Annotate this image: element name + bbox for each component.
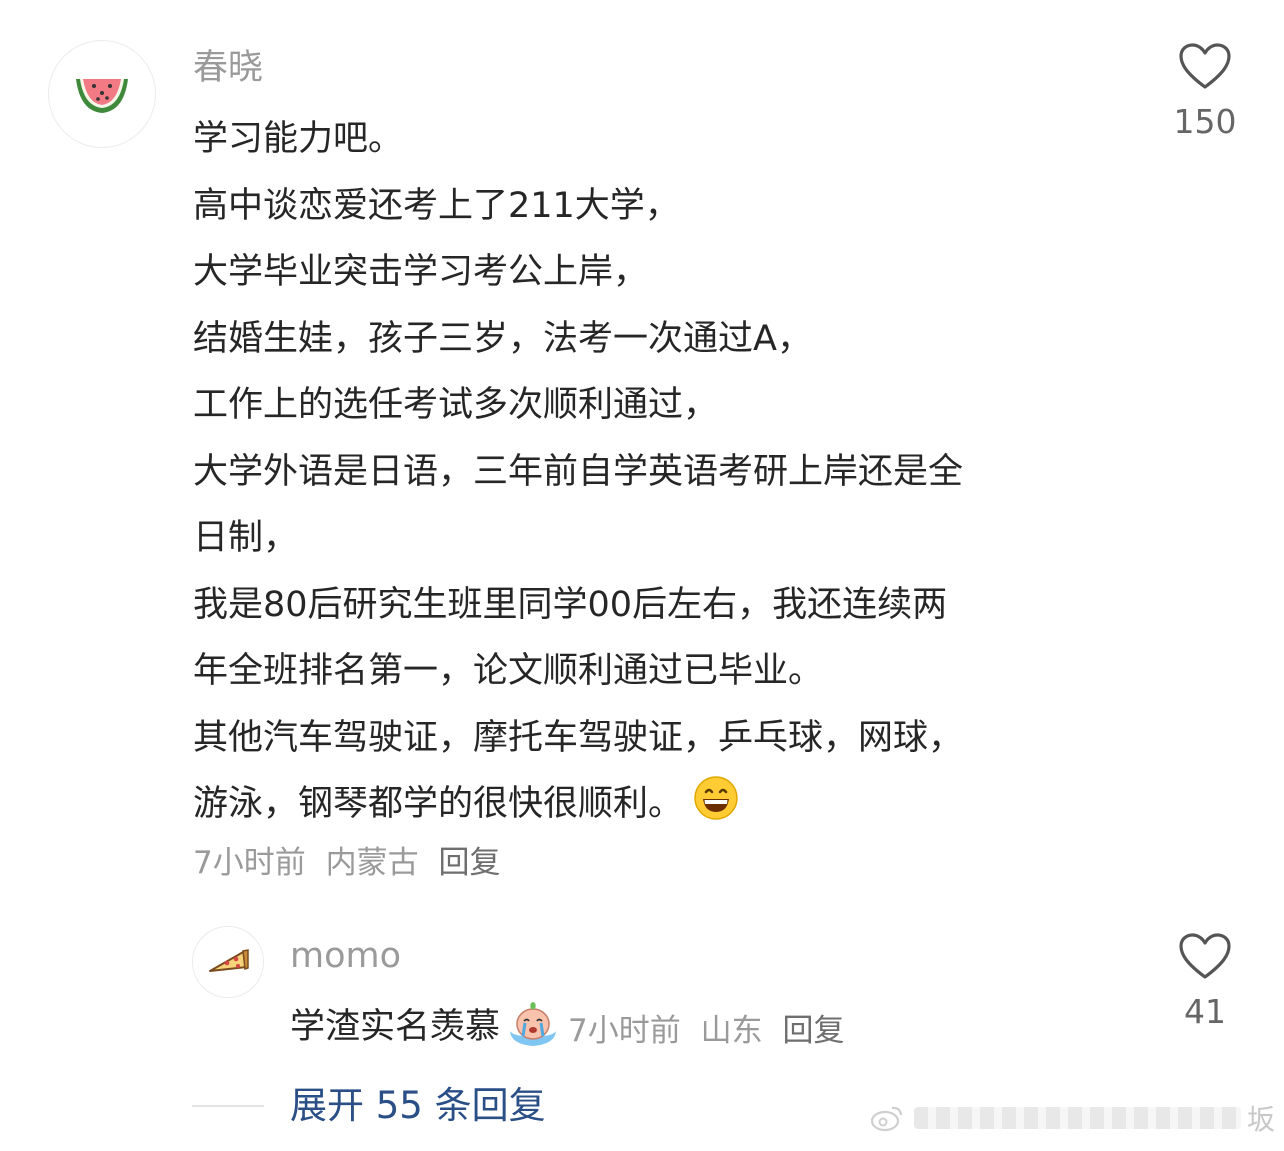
comment-meta: 7小时前 内蒙古 回复 bbox=[193, 843, 510, 883]
heart-icon[interactable] bbox=[1178, 932, 1232, 980]
reply-like-button[interactable]: 41 bbox=[1162, 932, 1248, 1032]
comment-line: 结婚生娃，孩子三岁，法考一次通过A， bbox=[193, 318, 812, 359]
like-count: 150 bbox=[1173, 102, 1237, 141]
reply-content: 学渣实名羡慕 7小时前 山东 回复 bbox=[290, 1000, 854, 1054]
reply-time: 7小时前 bbox=[568, 1012, 681, 1049]
pizza-slice-icon bbox=[209, 949, 249, 972]
comment-time: 7小时前 bbox=[193, 845, 306, 881]
comment-line: 日制， bbox=[193, 518, 299, 558]
comment-line: 高中谈恋爱还考上了211大学， bbox=[193, 185, 680, 226]
reply-username[interactable]: momo bbox=[290, 934, 401, 978]
comment-line: 我是80后研究生班里同学00后左右，我还连续两 bbox=[193, 584, 948, 625]
reply-button[interactable]: 回复 bbox=[438, 845, 500, 881]
expand-replies-row[interactable]: 展开 55 条回复 bbox=[192, 1082, 546, 1130]
reply-meta: 7小时前 山东 回复 bbox=[568, 1005, 854, 1050]
comment-line-text: 游泳，钢琴都学的很快很顺利。 bbox=[193, 784, 684, 824]
watermark-char: 坂 bbox=[1246, 1103, 1275, 1136]
comment-line: 工作上的选任考试多次顺利通过， bbox=[193, 385, 719, 425]
comment-location: 内蒙古 bbox=[325, 845, 419, 881]
crying-peach-sticker bbox=[504, 1000, 562, 1054]
comment-body: 学习能力吧。 高中谈恋爱还考上了211大学， 大学毕业突击学习考公上岸， 结婚生… bbox=[193, 106, 1153, 838]
divider bbox=[192, 1105, 264, 1107]
reply-location: 山东 bbox=[700, 1012, 763, 1049]
comment-line: 大学毕业突击学习考公上岸， bbox=[193, 252, 649, 292]
reply-avatar[interactable] bbox=[192, 926, 264, 998]
comment-line: 大学外语是日语，三年前自学英语考研上岸还是全 bbox=[193, 451, 964, 492]
comment-line: 年全班排名第一，论文顺利通过已毕业。 bbox=[193, 651, 824, 691]
avatar[interactable] bbox=[48, 40, 156, 148]
watermark-text-blur bbox=[914, 1107, 1241, 1129]
reply-reply-button[interactable]: 回复 bbox=[782, 1013, 844, 1049]
heart-icon[interactable] bbox=[1178, 42, 1232, 90]
comment-line: 学习能力吧。 bbox=[193, 119, 404, 159]
watermelon-icon bbox=[76, 79, 128, 113]
comment-username[interactable]: 春晓 bbox=[193, 46, 263, 90]
comment-line-last: 游泳，钢琴都学的很快很顺利。 bbox=[193, 771, 1153, 838]
watermark: 坂 bbox=[870, 1100, 1275, 1136]
comment-line: 其他汽车驾驶证，摩托车驾驶证，乒乓球，网球， bbox=[193, 717, 964, 758]
reply-like-count: 41 bbox=[1184, 992, 1226, 1031]
reply-text: 学渣实名羡慕 bbox=[290, 1007, 501, 1047]
expand-replies-link[interactable]: 展开 55 条回复 bbox=[290, 1082, 546, 1130]
grinning-face-emoji bbox=[693, 775, 739, 844]
like-button[interactable]: 150 bbox=[1162, 42, 1248, 142]
weibo-logo-icon bbox=[870, 1106, 903, 1132]
